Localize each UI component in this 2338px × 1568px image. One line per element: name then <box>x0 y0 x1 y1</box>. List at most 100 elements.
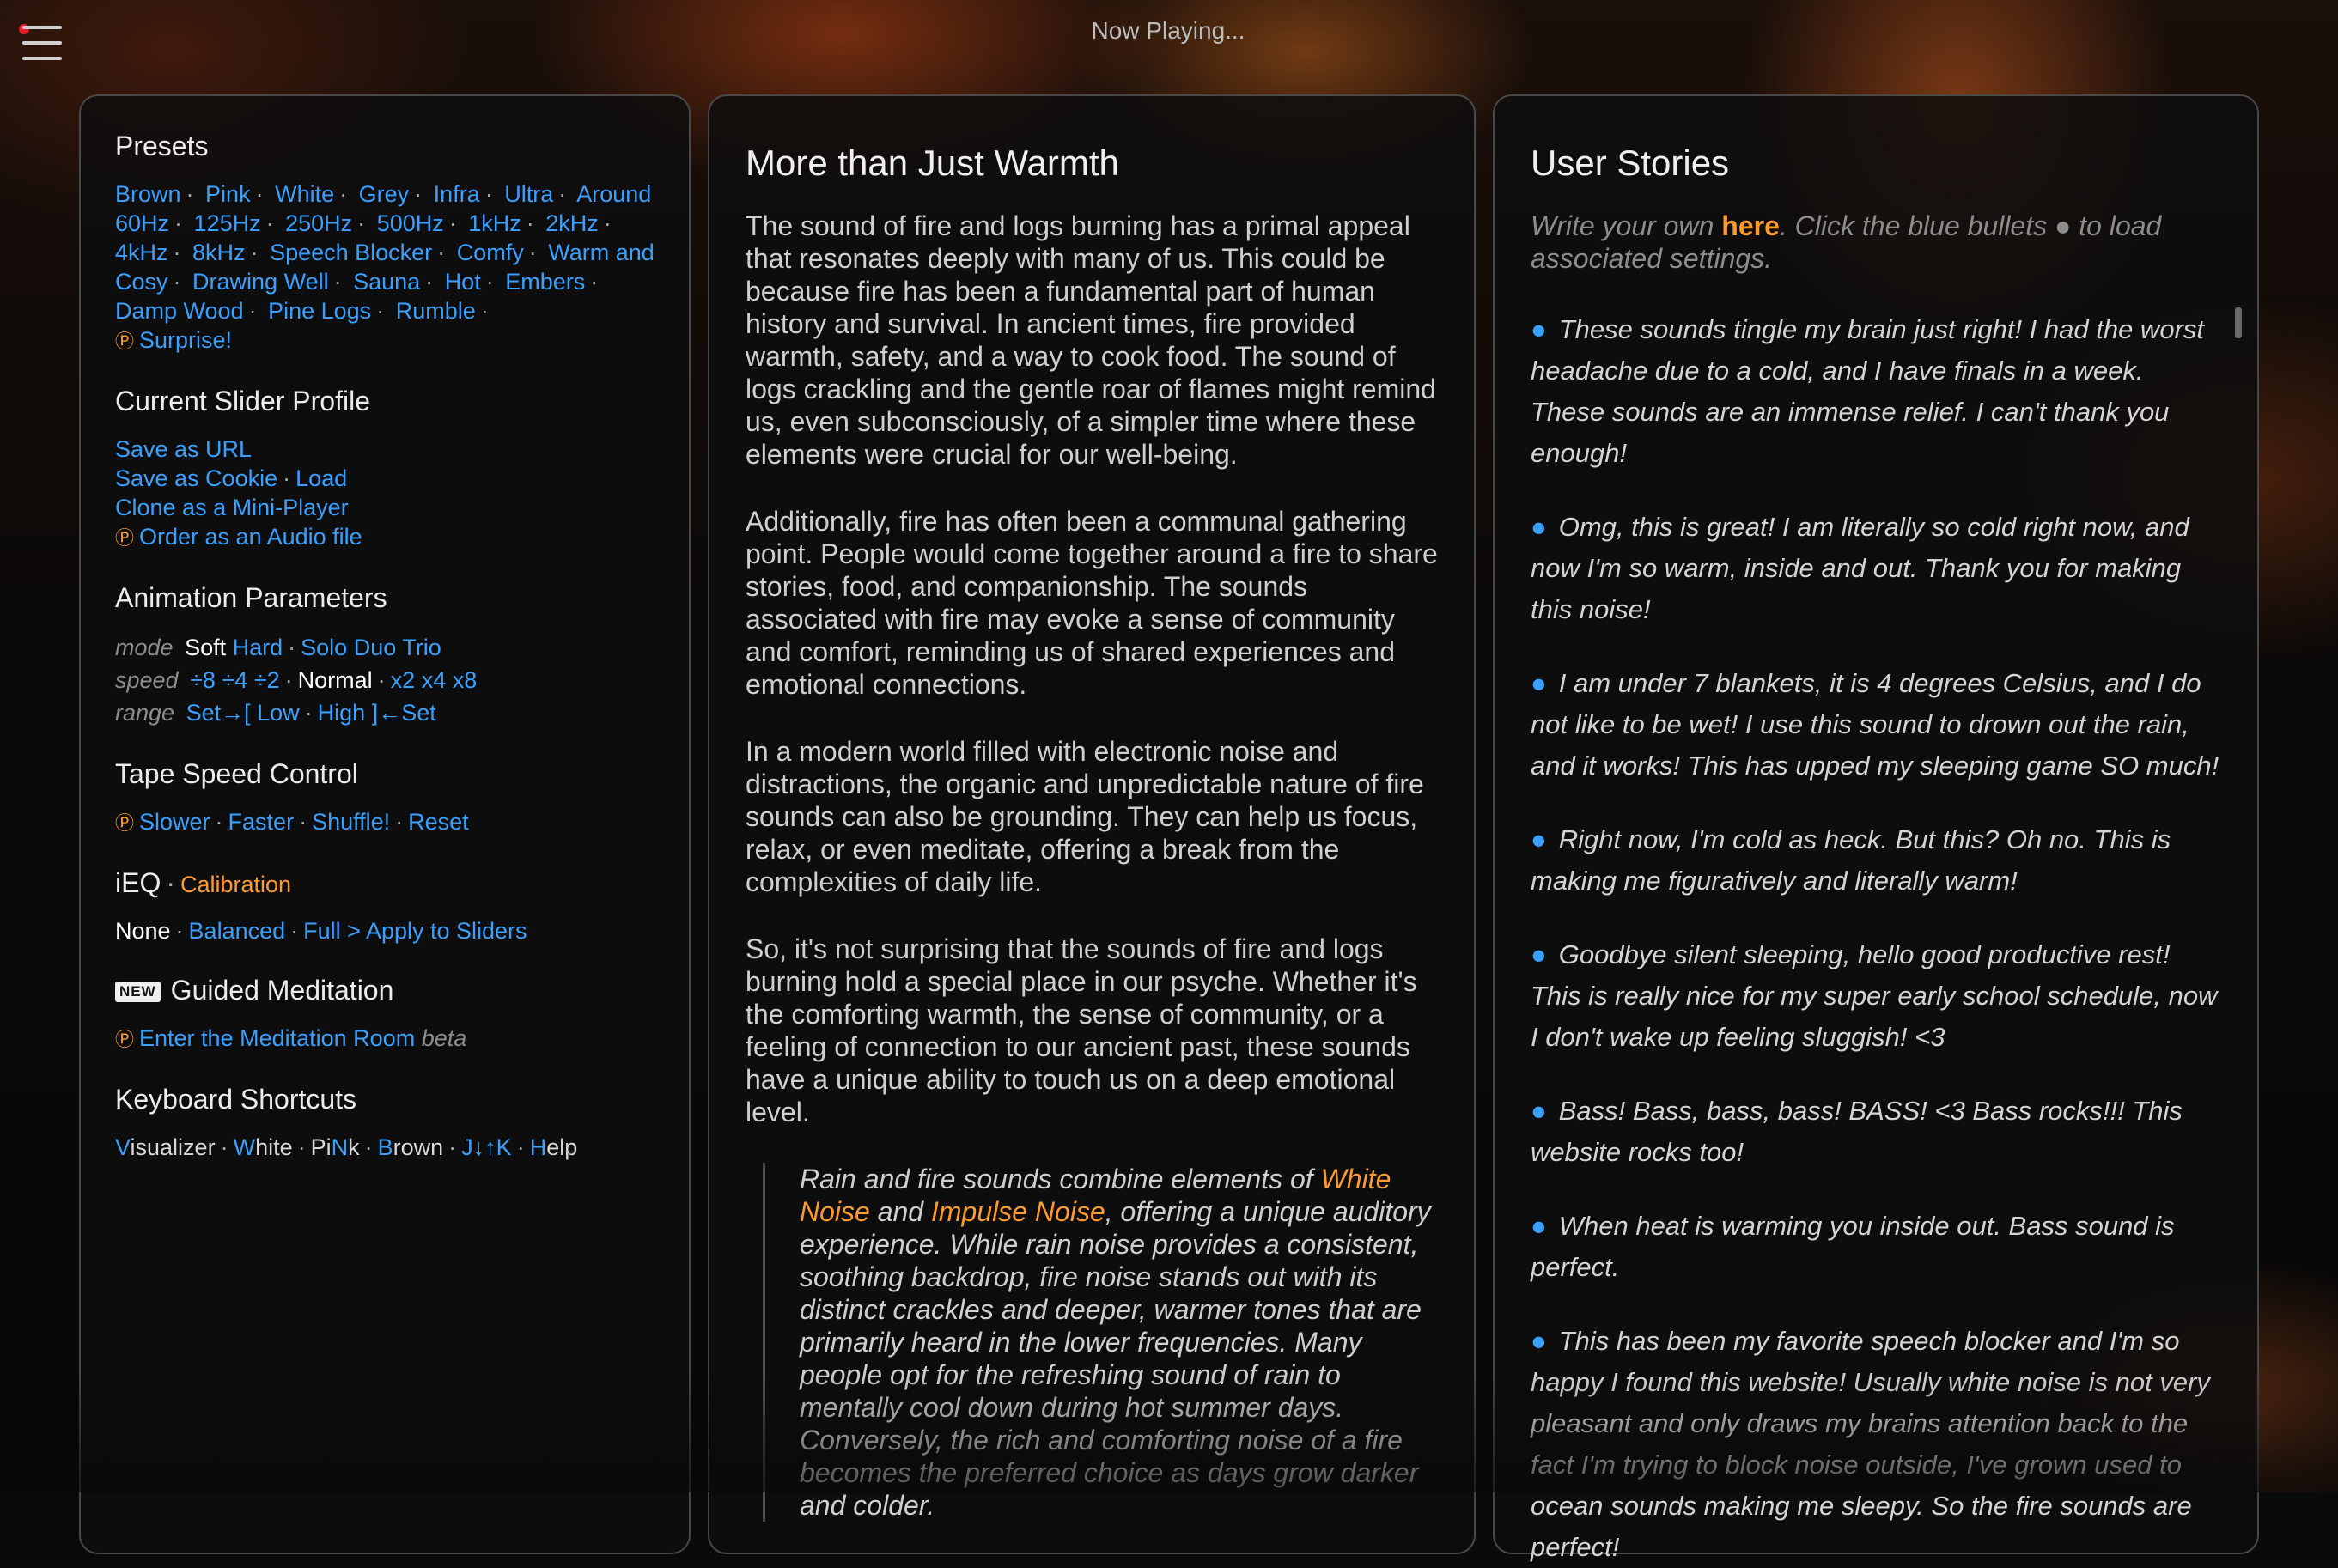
guided-meditation-title: Guided Meditation <box>170 975 394 1006</box>
ieq-calibration-link[interactable]: Calibration <box>180 872 291 897</box>
scrollbar-thumb[interactable] <box>2235 307 2242 338</box>
premium-coin-icon: Ⓟ <box>115 331 135 352</box>
range-high[interactable]: High <box>318 700 366 726</box>
speed-div2[interactable]: ÷2 <box>254 667 280 693</box>
shortcut-v-key[interactable]: V <box>115 1134 131 1160</box>
shortcut-n-key[interactable]: N <box>332 1134 349 1160</box>
preset-link[interactable]: 1kHz <box>468 210 521 236</box>
story-item: ● This has been my favorite speech blocke… <box>1531 1326 2210 1562</box>
speed-div8[interactable]: ÷8 <box>190 667 216 693</box>
story-item: ● Bass! Bass, bass, bass! BASS! <3 Bass r… <box>1531 1096 2183 1167</box>
mode-duo[interactable]: Duo <box>354 635 397 660</box>
preset-link[interactable]: Sauna <box>353 269 420 295</box>
preset-link[interactable]: 4kHz <box>115 240 168 265</box>
load-settings-bullet-icon[interactable]: ● <box>1531 1326 1547 1356</box>
preset-link[interactable]: 125Hz <box>194 210 261 236</box>
tape-faster[interactable]: Faster <box>228 809 295 835</box>
shortcut-list: Visualizer · White · PiNk · Brown · J↓↑K · Help <box>115 1134 578 1160</box>
preset-link[interactable]: Grey <box>359 181 410 207</box>
preset-link[interactable]: 500Hz <box>377 210 444 236</box>
mode-soft[interactable]: Soft <box>185 635 226 660</box>
premium-coin-icon: Ⓟ <box>115 1029 135 1050</box>
story-item: ● Omg, this is great! I am literally so c… <box>1531 512 2189 624</box>
speed-x8[interactable]: x8 <box>453 667 478 693</box>
range-low[interactable]: Low <box>257 700 300 726</box>
mode-solo[interactable]: Solo <box>301 635 347 660</box>
presets-section: Presets Brown · Pink · White · Grey · Infra ·… <box>115 131 655 356</box>
save-as-url-link[interactable]: Save as URL <box>115 436 252 462</box>
range-set-high[interactable]: ]←Set <box>372 700 436 726</box>
ieq-title: iEQ <box>115 867 161 898</box>
preset-link[interactable]: Rumble <box>396 298 476 324</box>
preset-link[interactable]: Embers <box>505 269 585 295</box>
ieq-apply-to-sliders[interactable]: > Apply to Sliders <box>347 918 527 944</box>
preset-link[interactable]: White <box>275 181 334 207</box>
preset-link[interactable]: Drawing Well <box>192 269 329 295</box>
order-audio-file-link[interactable]: Order as an Audio file <box>139 524 362 550</box>
preset-link[interactable]: 2kHz <box>545 210 599 236</box>
now-playing-label: Now Playing... <box>1091 17 1245 44</box>
ieq-section: iEQ · Calibration None · Balanced · Full > App… <box>115 867 527 944</box>
preset-link[interactable]: Comfy <box>457 240 524 265</box>
article-paragraph: The sound of fire and logs burning has a… <box>746 210 1436 470</box>
load-settings-bullet-icon[interactable]: ● <box>1531 1096 1547 1126</box>
article-paragraph: So, it's not surprising that the sounds … <box>746 933 1417 1127</box>
speed-normal[interactable]: Normal <box>298 667 373 693</box>
article-paragraph: Additionally, fire has often been a comm… <box>746 506 1438 700</box>
ieq-full[interactable]: Full <box>303 918 341 944</box>
hamburger-menu-icon[interactable] <box>19 24 65 62</box>
speed-x4[interactable]: x4 <box>422 667 447 693</box>
user-stories-panel: User Stories Write your own here. Click … <box>1493 94 2259 1562</box>
user-stories-intro: Write your own here. Click the blue bull… <box>1531 210 2162 274</box>
controls-panel: Presets Brown · Pink · White · Grey · Infra ·… <box>79 94 691 1554</box>
preset-link[interactable]: 250Hz <box>285 210 352 236</box>
presets-title: Presets <box>115 131 209 161</box>
mode-trio[interactable]: Trio <box>402 635 441 660</box>
preset-link[interactable]: 8kHz <box>192 240 246 265</box>
load-settings-bullet-icon[interactable]: ● <box>1531 824 1547 854</box>
article-panel: More than Just Warmth The sound of fire … <box>708 94 1476 1554</box>
mode-hard[interactable]: Hard <box>233 635 283 660</box>
enter-meditation-room-link[interactable]: Enter the Meditation Room <box>139 1025 415 1051</box>
preset-link[interactable]: Pink <box>205 181 251 207</box>
keyboard-shortcuts-section: Keyboard Shortcuts Visualizer · White · PiNk… <box>115 1084 655 1162</box>
preset-link[interactable]: Brown <box>115 181 181 207</box>
premium-coin-icon: Ⓟ <box>115 812 135 834</box>
preset-link[interactable]: Hot <box>445 269 481 295</box>
load-settings-bullet-icon[interactable]: ● <box>1531 314 1547 344</box>
impulse-noise-link[interactable]: Impulse Noise <box>931 1196 1105 1227</box>
load-settings-bullet-icon[interactable]: ● <box>1531 668 1547 698</box>
preset-link[interactable]: Damp Wood <box>115 298 244 324</box>
clone-mini-player-link[interactable]: Clone as a Mini-Player <box>115 495 349 520</box>
shortcut-jk-keys[interactable]: J↓↑K <box>461 1134 512 1160</box>
load-settings-bullet-icon[interactable]: ● <box>1531 1211 1547 1241</box>
story-item: ● When heat is warming you inside out. Ba… <box>1531 1211 2175 1282</box>
preset-link[interactable]: Pine Logs <box>268 298 371 324</box>
speed-div4[interactable]: ÷4 <box>222 667 247 693</box>
save-as-cookie-link[interactable]: Save as Cookie <box>115 465 277 491</box>
load-settings-bullet-icon[interactable]: ● <box>1531 512 1547 542</box>
animation-section: Animation Parameters mode Soft Hard · Solo… <box>115 582 655 729</box>
load-link[interactable]: Load <box>295 465 347 491</box>
ieq-balanced[interactable]: Balanced <box>189 918 286 944</box>
tape-shuffle[interactable]: Shuffle! <box>312 809 390 835</box>
story-item: ● Goodbye silent sleeping, hello good pro… <box>1531 939 2218 1052</box>
surprise-preset-link[interactable]: Surprise! <box>139 327 232 353</box>
tape-reset[interactable]: Reset <box>408 809 469 835</box>
shortcut-h-key[interactable]: H <box>530 1134 547 1160</box>
write-story-link[interactable]: here <box>1721 210 1780 241</box>
preset-link[interactable]: Infra <box>434 181 480 207</box>
new-badge: NEW <box>115 982 161 1002</box>
shortcut-w-key[interactable]: W <box>234 1134 255 1160</box>
animation-title: Animation Parameters <box>115 582 387 613</box>
user-stories-title: User Stories <box>1531 143 1730 183</box>
preset-link[interactable]: Speech Blocker <box>270 240 432 265</box>
ieq-none[interactable]: None <box>115 918 171 944</box>
load-settings-bullet-icon[interactable]: ● <box>1531 939 1547 969</box>
range-set-low[interactable]: Set→[ <box>186 700 251 726</box>
preset-link[interactable]: Ultra <box>504 181 553 207</box>
tape-slower[interactable]: Slower <box>139 809 210 835</box>
shortcut-b-key[interactable]: B <box>378 1134 393 1160</box>
slider-profile-title: Current Slider Profile <box>115 386 370 416</box>
speed-x2[interactable]: x2 <box>391 667 416 693</box>
